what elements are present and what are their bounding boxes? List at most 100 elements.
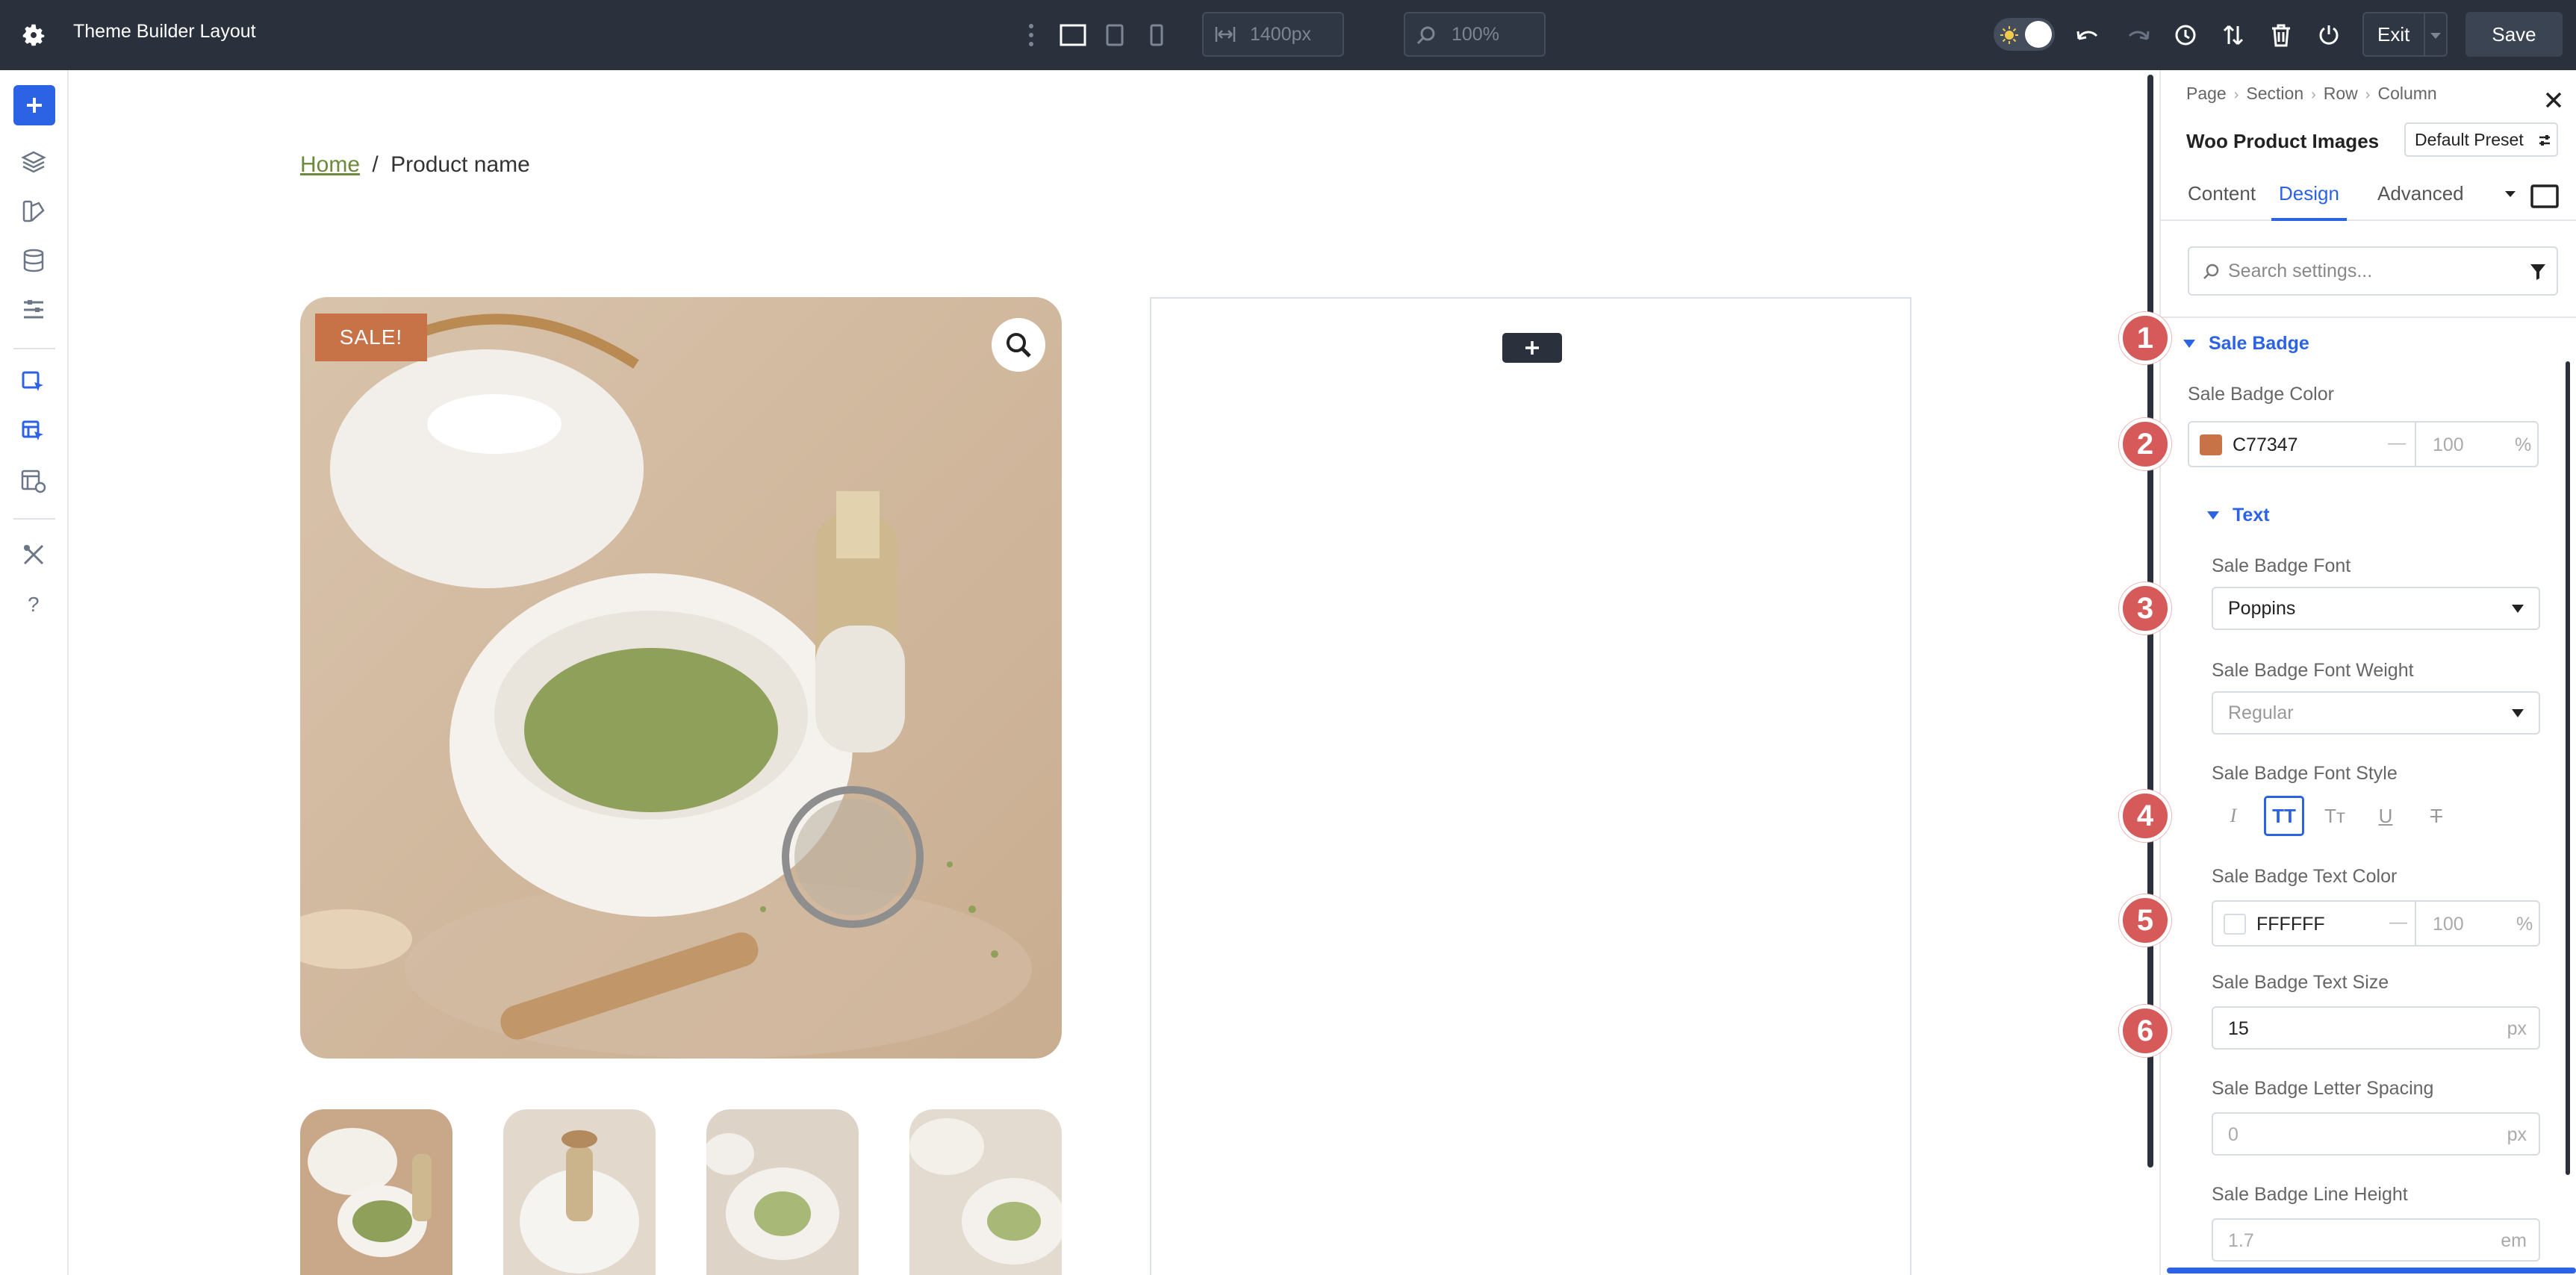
letter-spacing-label: Sale Badge Letter Spacing <box>2212 1078 2434 1099</box>
strikethrough-button[interactable]: T <box>2416 796 2457 836</box>
add-module-button[interactable] <box>1502 333 1562 363</box>
letter-spacing-input[interactable]: 0 px <box>2212 1112 2540 1156</box>
font-weight-select[interactable]: Regular <box>2212 691 2540 735</box>
product-thumbnail[interactable] <box>909 1109 1062 1275</box>
line-height-label: Sale Badge Line Height <box>2212 1184 2408 1205</box>
image-zoom-button[interactable] <box>992 318 1045 372</box>
filter-icon[interactable] <box>2530 263 2546 281</box>
color-opacity-value[interactable]: 100 <box>2433 434 2464 456</box>
color-swatch[interactable] <box>2224 914 2246 935</box>
step-marker-3: 3 <box>2119 582 2171 635</box>
portability-icon[interactable] <box>2216 18 2250 52</box>
letter-spacing-value: 0 <box>2228 1124 2239 1145</box>
search-settings-input[interactable]: Search settings... <box>2188 246 2558 296</box>
product-main-image[interactable]: SALE! <box>300 297 1062 1059</box>
font-weight-label: Sale Badge Font Weight <box>2212 660 2414 681</box>
text-size-input[interactable]: 15 px <box>2212 1006 2540 1050</box>
power-icon[interactable] <box>2312 18 2346 52</box>
tools-icon[interactable] <box>16 537 51 572</box>
crumb-row[interactable]: Row <box>2324 84 2358 103</box>
crumb-column[interactable]: Column <box>2377 84 2436 103</box>
sale-badge: SALE! <box>315 314 427 361</box>
product-thumbnail[interactable] <box>503 1109 656 1275</box>
text-color-field[interactable]: FFFFFF — 100 % <box>2212 900 2540 947</box>
font-select[interactable]: Poppins <box>2212 587 2540 630</box>
more-options-icon[interactable] <box>1014 18 1048 52</box>
undo-icon[interactable] <box>2071 18 2106 52</box>
layers-icon[interactable] <box>16 145 51 179</box>
theme-templates-icon[interactable] <box>16 415 51 449</box>
canvas-width-field[interactable]: 1400px <box>1202 12 1344 57</box>
preset-selector[interactable]: Default Preset <box>2404 122 2558 157</box>
crumb-page[interactable]: Page <box>2186 84 2227 103</box>
theme-toggle[interactable] <box>1994 18 2055 51</box>
page-settings-icon[interactable] <box>16 464 51 499</box>
design-library-icon[interactable] <box>16 194 51 228</box>
sale-badge-color-field[interactable]: C77347 — 100 % <box>2188 421 2539 467</box>
module-title: Woo Product Images <box>2186 130 2380 152</box>
save-button[interactable]: Save <box>2465 12 2563 57</box>
underline-button[interactable]: U <box>2365 796 2406 836</box>
sidebar-divider <box>13 518 55 520</box>
font-value: Poppins <box>2228 597 2296 619</box>
line-height-unit: em <box>2501 1230 2527 1251</box>
section-title: Sale Badge <box>2209 333 2309 354</box>
tab-content[interactable]: Content <box>2188 175 2256 221</box>
capitalize-button[interactable]: Tт <box>2315 796 2355 836</box>
step-marker-4: 4 <box>2119 790 2171 842</box>
exit-label: Exit <box>2377 22 2410 46</box>
theme-builder-icon[interactable] <box>16 366 51 400</box>
field-separator <box>2415 423 2416 466</box>
desktop-view-icon[interactable] <box>1056 18 1090 52</box>
text-color-label: Sale Badge Text Color <box>2212 866 2398 887</box>
font-style-buttons: I TT Tт U T <box>2213 796 2467 836</box>
phone-view-icon[interactable] <box>1139 18 1174 52</box>
product-thumbnail[interactable] <box>706 1109 859 1275</box>
settings-panel: Page › Section › Row › Column Woo Product Imag… <box>2159 70 2576 1275</box>
exit-separator <box>2424 13 2425 55</box>
collapse-triangle-icon <box>2183 340 2195 348</box>
step-marker-1: 1 <box>2119 312 2171 364</box>
crumb-section[interactable]: Section <box>2246 84 2303 103</box>
help-icon[interactable]: ? <box>16 587 51 621</box>
italic-button[interactable]: I <box>2213 796 2253 836</box>
product-thumbnail[interactable] <box>300 1109 452 1275</box>
close-icon[interactable] <box>2540 87 2567 113</box>
uppercase-button[interactable]: TT <box>2264 796 2304 836</box>
empty-column[interactable] <box>1150 297 1911 1275</box>
panel-tabs: Content Design Advanced <box>2161 175 2576 221</box>
line-height-input[interactable]: 1.7 em <box>2212 1218 2540 1262</box>
step-marker-6: 6 <box>2119 1005 2171 1057</box>
trash-icon[interactable] <box>2264 18 2298 52</box>
settings-list-icon[interactable] <box>16 293 51 327</box>
redo-icon[interactable] <box>2121 18 2155 52</box>
add-button[interactable] <box>13 85 55 125</box>
text-size-unit: px <box>2507 1018 2527 1039</box>
preset-label: Default Preset <box>2415 129 2524 149</box>
sale-badge-section-toggle[interactable]: Sale Badge <box>2183 333 2309 355</box>
history-icon[interactable] <box>2168 18 2203 52</box>
tab-advanced[interactable]: Advanced <box>2377 175 2464 221</box>
chevron-down-icon[interactable] <box>2504 190 2516 199</box>
breadcrumb-current: Product name <box>391 152 530 177</box>
gear-icon[interactable] <box>19 21 48 49</box>
panel-scrollbar[interactable] <box>2566 361 2570 1175</box>
breadcrumb-separator: / <box>372 152 379 177</box>
chevron-down-icon <box>2512 605 2524 613</box>
panel-divider <box>2161 317 2576 318</box>
zoom-field[interactable]: 100% <box>1404 12 1546 57</box>
breadcrumb-home-link[interactable]: Home <box>300 152 360 177</box>
search-placeholder: Search settings... <box>2228 260 2373 281</box>
font-weight-value: Regular <box>2228 702 2294 723</box>
field-separator <box>2415 902 2416 945</box>
tab-design[interactable]: Design <box>2271 175 2347 221</box>
canvas-width-value: 1400px <box>1250 23 1312 45</box>
exit-button[interactable]: Exit <box>2362 12 2448 57</box>
text-section-toggle[interactable]: Text <box>2207 505 2270 526</box>
database-icon[interactable] <box>16 243 51 278</box>
color-swatch[interactable] <box>2200 434 2222 455</box>
tablet-view-icon[interactable] <box>1098 18 1132 52</box>
chevron-down-icon <box>2512 709 2524 717</box>
color-opacity-value[interactable]: 100 <box>2433 914 2464 935</box>
expand-panel-icon[interactable] <box>2530 184 2560 209</box>
